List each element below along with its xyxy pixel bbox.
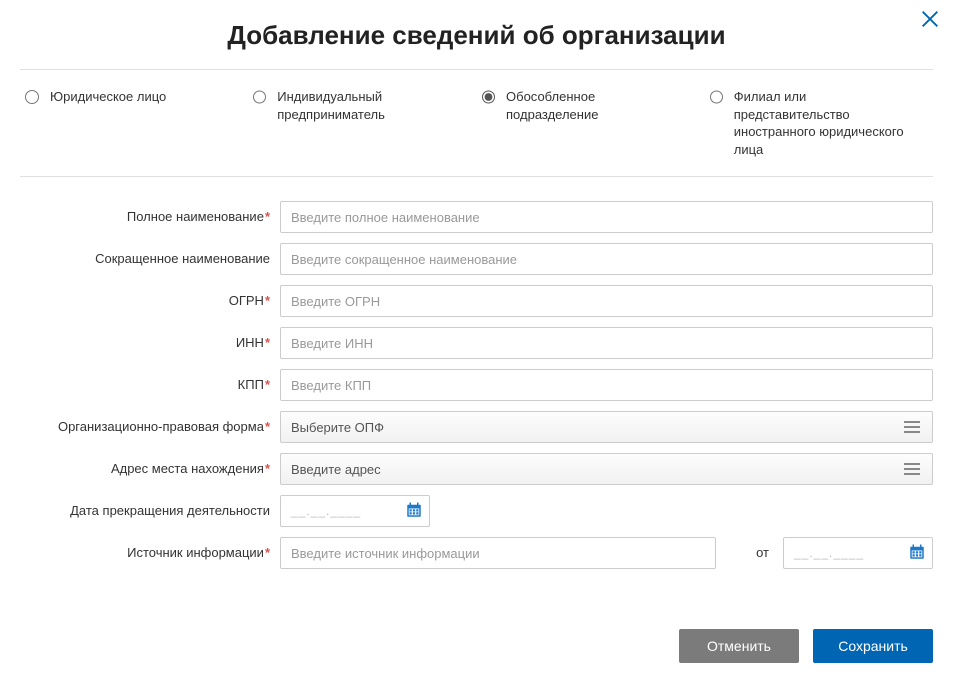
- radio-legal-entity[interactable]: Юридическое лицо: [20, 88, 248, 158]
- date-end-activity[interactable]: __.__.____: [280, 495, 430, 527]
- input-source[interactable]: [280, 537, 716, 569]
- calendar-icon[interactable]: [405, 501, 423, 522]
- menu-icon: [904, 421, 922, 433]
- radio-legal-label: Юридическое лицо: [50, 88, 166, 106]
- select-address-placeholder: Введите адрес: [291, 462, 381, 477]
- label-end-date: Дата прекращения деятельности: [20, 495, 280, 519]
- modal-title: Добавление сведений об организации: [20, 20, 933, 51]
- org-type-radio-group: Юридическое лицо Индивидуальный предприн…: [20, 70, 933, 176]
- input-kpp[interactable]: [280, 369, 933, 401]
- radio-foreign-input[interactable]: [710, 90, 723, 104]
- input-full-name[interactable]: [280, 201, 933, 233]
- modal-add-organization: Добавление сведений об организации Юриди…: [0, 0, 953, 693]
- label-ogrn: ОГРН*: [20, 285, 280, 309]
- date-end-mask: __.__.____: [291, 504, 405, 518]
- radio-ip-input[interactable]: [253, 90, 266, 104]
- label-ot: от: [716, 537, 783, 560]
- close-icon: [919, 8, 941, 30]
- input-inn[interactable]: [280, 327, 933, 359]
- select-address[interactable]: Введите адрес: [280, 453, 933, 485]
- select-opf[interactable]: Выберите ОПФ: [280, 411, 933, 443]
- label-kpp: КПП*: [20, 369, 280, 393]
- input-short-name[interactable]: [280, 243, 933, 275]
- label-source: Источник информации*: [20, 537, 280, 561]
- radio-legal-input[interactable]: [25, 90, 39, 104]
- radio-foreign-label: Филиал или представительство иностранног…: [734, 88, 913, 158]
- radio-ip-label: Индивидуальный предприниматель: [277, 88, 456, 123]
- label-inn: ИНН*: [20, 327, 280, 351]
- radio-unit-input[interactable]: [482, 90, 496, 104]
- date-ot-mask: __.__.____: [794, 546, 908, 560]
- save-button[interactable]: Сохранить: [813, 629, 933, 663]
- close-button[interactable]: [919, 8, 941, 33]
- radio-foreign-branch[interactable]: Филиал или представительство иностранног…: [705, 88, 933, 158]
- label-address: Адрес места нахождения*: [20, 453, 280, 477]
- cancel-button[interactable]: Отменить: [679, 629, 799, 663]
- radio-separate-unit[interactable]: Обособленное подразделение: [477, 88, 705, 158]
- calendar-icon[interactable]: [908, 543, 926, 564]
- form-area: Полное наименование* Сокращенное наимено…: [20, 177, 933, 589]
- button-row: Отменить Сохранить: [20, 589, 933, 663]
- select-opf-placeholder: Выберите ОПФ: [291, 420, 384, 435]
- label-short-name: Сокращенное наименование: [20, 243, 280, 267]
- date-source-ot[interactable]: __.__.____: [783, 537, 933, 569]
- input-ogrn[interactable]: [280, 285, 933, 317]
- label-full-name: Полное наименование*: [20, 201, 280, 225]
- label-opf: Организационно-правовая форма*: [20, 411, 280, 435]
- radio-unit-label: Обособленное подразделение: [506, 88, 685, 123]
- menu-icon: [904, 463, 922, 475]
- radio-individual-entrepreneur[interactable]: Индивидуальный предприниматель: [248, 88, 476, 158]
